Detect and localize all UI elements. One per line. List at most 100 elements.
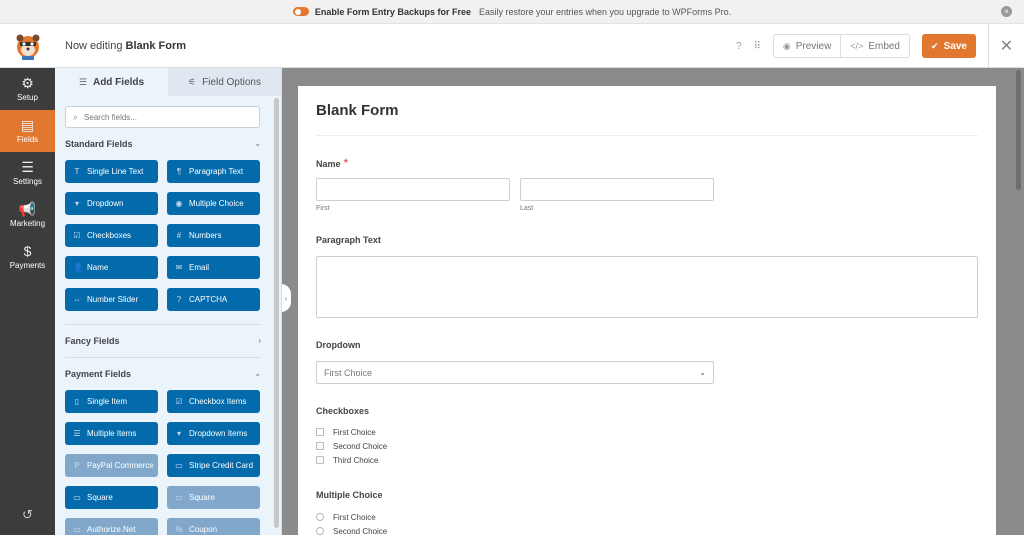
megaphone-icon: 📢	[18, 201, 37, 217]
notice-title[interactable]: Enable Form Entry Backups for Free	[315, 7, 471, 17]
collapse-panel-icon[interactable]: ‹	[282, 284, 291, 312]
embed-button[interactable]: </> Embed	[840, 35, 909, 57]
radio-choice[interactable]: Second Choice	[316, 524, 387, 535]
nav-label: Fields	[16, 135, 39, 144]
field-checkboxes-label[interactable]: Checkboxes	[316, 406, 369, 416]
field-button-label: Checkboxes	[87, 231, 132, 240]
nav-item-setup[interactable]: ⚙ Setup	[0, 68, 55, 110]
preview-label: Preview	[795, 40, 832, 52]
notice-close-icon[interactable]: ×	[1001, 6, 1012, 17]
field-button-label: Checkbox Items	[189, 397, 247, 406]
paragraph-text-icon: ¶	[176, 167, 182, 176]
dropdown-items-icon: ▾	[176, 429, 181, 438]
email-icon: ✉	[175, 263, 183, 272]
add-multiple-items-button[interactable]: ☰ Multiple Items	[65, 422, 158, 445]
add-checkbox-items-button[interactable]: ☑ Checkbox Items	[167, 390, 260, 413]
add-paragraph-text-button[interactable]: ¶ Paragraph Text	[167, 160, 260, 183]
section-fancy-fields[interactable]: Fancy Fields ›	[55, 325, 281, 357]
tab-add-fields[interactable]: ☰ Add Fields	[55, 68, 168, 96]
chevron-right-icon: ›	[258, 336, 261, 345]
nav-item-marketing[interactable]: 📢 Marketing	[0, 194, 55, 236]
history-icon[interactable]: ↺	[0, 507, 55, 523]
list-icon: ☰	[78, 76, 87, 87]
preview-button[interactable]: ◉ Preview	[774, 35, 840, 57]
help-icon[interactable]: ?	[736, 41, 742, 52]
field-dropdown-label[interactable]: Dropdown	[316, 340, 361, 350]
choice-label: First Choice	[333, 512, 376, 522]
nav-item-fields[interactable]: ▤ Fields	[0, 110, 55, 152]
field-button-label: Paragraph Text	[189, 167, 244, 176]
paragraph-textarea[interactable]	[316, 256, 978, 318]
field-button-label: Email	[189, 263, 210, 272]
radio-list: First Choice Second Choice	[316, 510, 387, 535]
multiple-items-icon: ☰	[73, 429, 81, 438]
field-button-label: CAPTCHA	[189, 295, 228, 304]
add-paypal-commerce-button[interactable]: P PayPal Commerce	[65, 454, 158, 477]
toggle-icon[interactable]	[292, 7, 309, 16]
field-paragraph-label[interactable]: Paragraph Text	[316, 235, 381, 245]
add-authorize-net-button[interactable]: ▭ Authorize.Net	[65, 518, 158, 535]
builder-header: Now editing Blank Form ? ⠿ ◉ Preview </> E…	[0, 24, 1024, 68]
nav-label: Marketing	[9, 219, 46, 228]
tab-field-options[interactable]: ⚟ Field Options	[168, 68, 281, 96]
add-single-item-button[interactable]: ▯ Single Item	[65, 390, 158, 413]
radio-icon[interactable]	[316, 527, 324, 535]
stripe-credit-card-icon: ▭	[175, 461, 183, 470]
field-button-label: Square	[189, 493, 215, 502]
wpforms-logo	[0, 24, 55, 68]
nav-label: Settings	[13, 177, 42, 186]
add-name-button[interactable]: 👤 Name	[65, 256, 158, 279]
add-single-line-text-button[interactable]: T Single Line Text	[65, 160, 158, 183]
checkbox-icon[interactable]	[316, 456, 324, 464]
add-number-slider-button[interactable]: ⇔ Number Slider	[65, 288, 158, 311]
field-button-label: Numbers	[189, 231, 222, 240]
close-builder-icon[interactable]: ✕	[988, 24, 1024, 68]
single-line-text-icon: T	[74, 167, 80, 176]
checkbox-icon[interactable]	[316, 428, 324, 436]
field-button-label: Dropdown	[87, 199, 124, 208]
grid-icon[interactable]: ⠿	[754, 41, 761, 52]
notice-message: Easily restore your entries when you upg…	[478, 6, 732, 17]
field-multiple-choice-label[interactable]: Multiple Choice	[316, 490, 383, 500]
name-first-input[interactable]	[316, 178, 510, 201]
tab-label: Field Options	[202, 76, 261, 88]
form-preview: ‹ Blank Form Name * First Last Paragraph …	[282, 68, 1024, 535]
add-coupon-button[interactable]: % Coupon	[167, 518, 260, 535]
panel-scrollbar[interactable]	[274, 98, 279, 528]
nav-item-payments[interactable]: $ Payments	[0, 236, 55, 278]
add-square-button[interactable]: ▭ Square	[65, 486, 158, 509]
radio-icon[interactable]	[316, 513, 324, 521]
checkboxes-icon: ☑	[73, 231, 81, 240]
tab-label: Add Fields	[92, 76, 145, 88]
checkbox-icon[interactable]	[316, 442, 324, 450]
checkbox-choice[interactable]: Third Choice	[316, 453, 387, 467]
form-title[interactable]: Blank Form	[316, 86, 978, 136]
section-standard-fields[interactable]: Standard Fields ⌄	[55, 128, 281, 160]
radio-choice[interactable]: First Choice	[316, 510, 387, 524]
checkbox-choice[interactable]: Second Choice	[316, 439, 387, 453]
search-input[interactable]	[84, 112, 245, 122]
name-last-input[interactable]	[520, 178, 714, 201]
section-payment-fields[interactable]: Payment Fields ⌄	[55, 358, 281, 390]
search-icon: ⌕	[73, 111, 79, 122]
add-multiple-choice-button[interactable]: ◉ Multiple Choice	[167, 192, 260, 215]
add-square-button[interactable]: ▭ Square	[167, 486, 260, 509]
editing-title: Now editing Blank Form	[65, 40, 186, 52]
dropdown-icon: ▾	[74, 199, 79, 208]
add-captcha-button[interactable]: ? CAPTCHA	[167, 288, 260, 311]
add-dropdown-button[interactable]: ▾ Dropdown	[65, 192, 158, 215]
checkbox-choice[interactable]: First Choice	[316, 425, 387, 439]
add-dropdown-items-button[interactable]: ▾ Dropdown Items	[167, 422, 260, 445]
payment-fields-grid: ▯ Single Item ☑ Checkbox Items ☰ Multiple Ite…	[55, 390, 281, 535]
add-email-button[interactable]: ✉ Email	[167, 256, 260, 279]
save-button[interactable]: ✔ Save	[922, 34, 976, 58]
dropdown-select[interactable]: First Choice ⌄	[316, 361, 714, 384]
section-title: Fancy Fields	[65, 336, 120, 346]
panel-tabs: ☰ Add Fields ⚟ Field Options	[55, 68, 281, 96]
field-name[interactable]: Name *	[316, 156, 348, 170]
nav-item-settings[interactable]: ☰ Settings	[0, 152, 55, 194]
preview-scrollbar[interactable]	[1016, 70, 1021, 190]
add-numbers-button[interactable]: # Numbers	[167, 224, 260, 247]
add-checkboxes-button[interactable]: ☑ Checkboxes	[65, 224, 158, 247]
add-stripe-credit-card-button[interactable]: ▭ Stripe Credit Card	[167, 454, 260, 477]
